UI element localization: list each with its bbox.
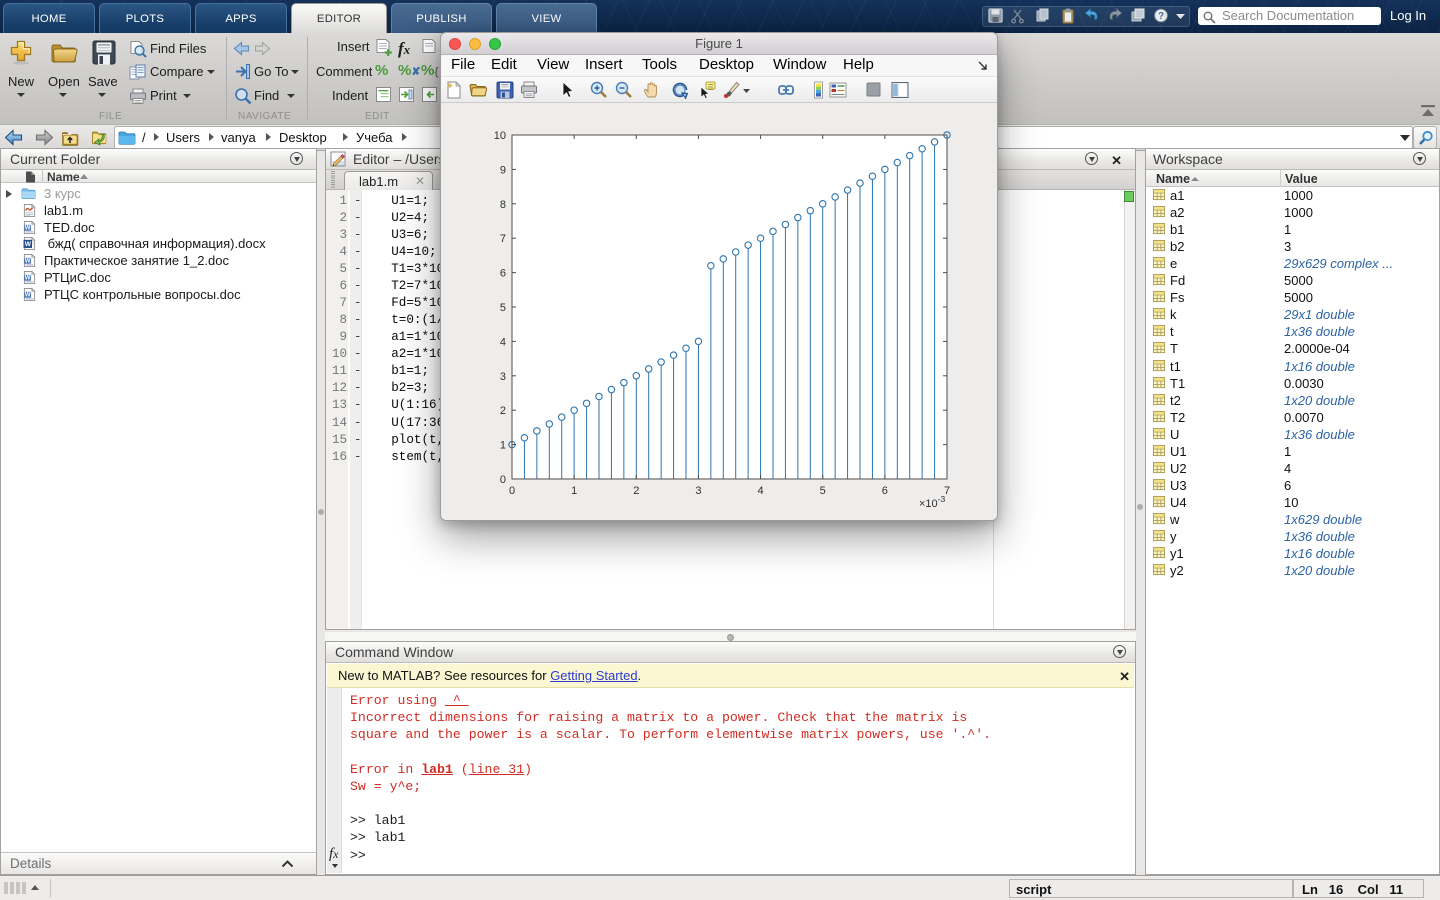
svg-text:0: 0 (509, 485, 515, 497)
svg-text:4: 4 (758, 485, 764, 497)
svg-text:6: 6 (500, 268, 506, 280)
svg-text:1: 1 (500, 440, 506, 452)
svg-text:4: 4 (500, 336, 506, 348)
svg-text:8: 8 (500, 199, 506, 211)
svg-text:3: 3 (695, 485, 701, 497)
svg-text:5: 5 (820, 485, 826, 497)
svg-text:2: 2 (633, 485, 639, 497)
svg-text:9: 9 (500, 164, 506, 176)
svg-text:0: 0 (500, 474, 506, 486)
svg-text:3: 3 (500, 371, 506, 383)
svg-text:×10-3: ×10-3 (919, 494, 946, 510)
svg-text:10: 10 (494, 130, 506, 142)
svg-text:5: 5 (500, 302, 506, 314)
svg-text:2: 2 (500, 405, 506, 417)
svg-text:1: 1 (571, 485, 577, 497)
svg-text:7: 7 (500, 233, 506, 245)
svg-text:6: 6 (882, 485, 888, 497)
svg-text:?: ? (1158, 11, 1164, 22)
